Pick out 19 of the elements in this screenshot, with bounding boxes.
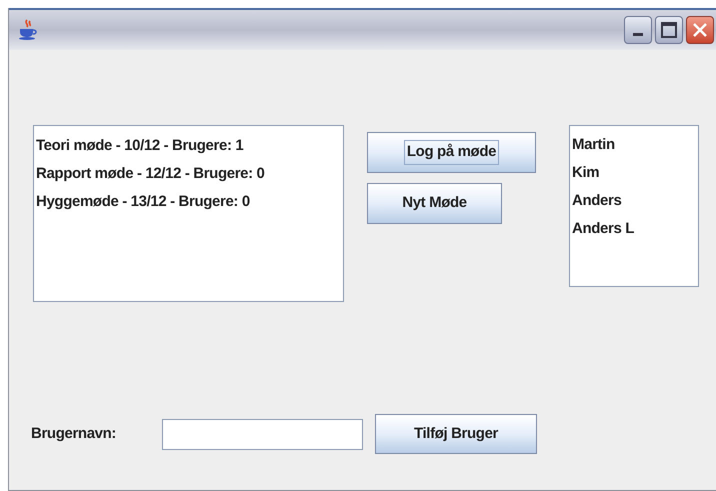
- action-button[interactable]: Log på møde: [367, 132, 536, 173]
- close-button[interactable]: [686, 16, 714, 44]
- add-user-button[interactable]: Tilføj Bruger: [375, 414, 537, 454]
- username-field[interactable]: [162, 418, 363, 450]
- minimize-icon: [633, 33, 643, 36]
- meeting-list-item[interactable]: Hyggemøde - 13/12 - Brugere: 0: [36, 188, 250, 216]
- maximize-button[interactable]: [655, 16, 683, 44]
- user-list-item[interactable]: Kim: [572, 159, 600, 187]
- meeting-list-item[interactable]: Rapport møde - 12/12 - Brugere: 0: [36, 160, 265, 188]
- meeting-list-item[interactable]: Teori møde - 10/12 - Brugere: 1: [36, 132, 244, 160]
- close-icon: [692, 22, 708, 38]
- user-list-item[interactable]: Anders: [572, 187, 622, 215]
- action-button[interactable]: Nyt Møde: [367, 183, 502, 224]
- maximize-icon: [661, 22, 677, 38]
- username-label: Brugernavn:: [31, 424, 118, 444]
- user-list-item[interactable]: Anders L: [572, 215, 634, 243]
- coffee-cup-icon: [17, 19, 39, 41]
- minimize-button[interactable]: [624, 16, 652, 44]
- user-list-item[interactable]: Martin: [572, 131, 615, 159]
